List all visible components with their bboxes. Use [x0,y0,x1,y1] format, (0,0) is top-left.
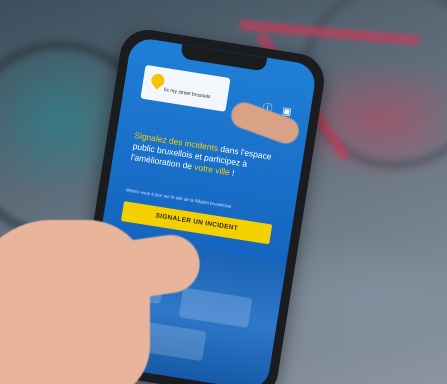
app-headline: Signalez des incidents dans l'espace pub… [130,130,283,186]
phone-notch [180,44,268,72]
headline-end: ! [229,167,236,178]
app-logo-text: fix my street brussels [163,87,211,101]
app-logo-card: fix my street brussels [140,64,231,112]
photo-scene: fix my street brussels ⓘ ▣ Signalez des … [0,0,447,384]
report-incident-label: SIGNALER UN INCIDENT [155,212,239,233]
illustration-shape [178,287,253,329]
